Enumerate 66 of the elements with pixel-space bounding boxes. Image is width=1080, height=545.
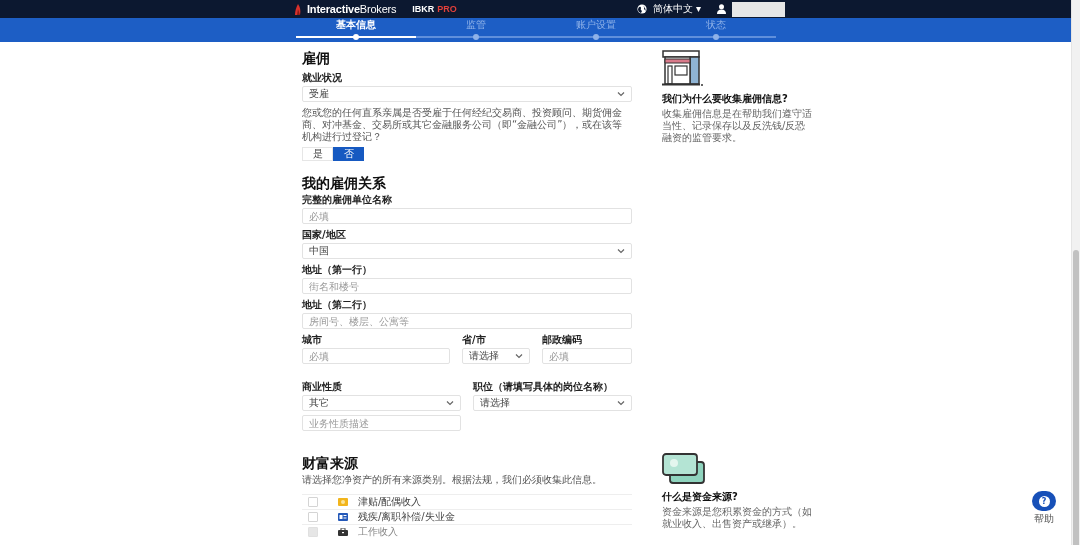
step-dot	[713, 34, 719, 40]
text-input[interactable]: 必填	[302, 348, 450, 364]
field-label: 职位（请填写具体的岗位名称）	[473, 381, 614, 393]
info-text: 资金来源是您积累资金的方式（如就业收入、出售资产或继承）。	[662, 506, 812, 530]
field-label: 地址（第二行）	[302, 299, 373, 311]
help-label: 帮助	[1034, 513, 1054, 524]
field-label: 完整的雇佣单位名称	[302, 194, 393, 206]
dropdown[interactable]: 请选择	[462, 348, 530, 364]
info-text: 收集雇佣信息是在帮助我们遵守适当性、记录保存以及反洗钱/反恐融资的监管要求。	[662, 108, 812, 144]
chevron-down-icon	[617, 91, 625, 97]
text-input[interactable]: 业务性质描述	[302, 415, 461, 431]
step-dot	[473, 34, 479, 40]
checkbox-label: 残疾/离职补偿/失业金	[358, 511, 455, 523]
globe-icon	[636, 4, 647, 14]
field-label: 就业状况	[302, 72, 343, 84]
step-label: 监管	[466, 19, 486, 31]
step-label: 基本信息	[336, 19, 376, 31]
scrollbar[interactable]	[1071, 0, 1080, 545]
product-tier-label: PRO	[437, 4, 457, 14]
step-dot	[593, 34, 599, 40]
logo-text[interactable]: InteractiveBrokers	[307, 3, 397, 15]
field-label: 城市	[302, 334, 323, 346]
chevron-down-icon	[617, 400, 625, 406]
text-input[interactable]: 房间号、楼层、公寓等	[302, 313, 632, 329]
language-selector[interactable]: 简体中文 ▾	[652, 2, 701, 16]
checkbox-label: 工作收入	[358, 526, 398, 538]
section-description: 请选择您净资产的所有来源类别。根据法规，我们必须收集此信息。	[302, 474, 603, 486]
section-title: 雇佣	[302, 50, 331, 66]
banknotes-drawing	[662, 453, 706, 485]
user-icon[interactable]	[717, 4, 726, 14]
briefcase-icon	[338, 528, 348, 536]
step-label: 状态	[706, 19, 726, 31]
chevron-down-icon	[515, 353, 523, 359]
chevron-down-icon	[617, 248, 625, 254]
text-input[interactable]: 必填	[542, 348, 632, 364]
field-label: 商业性质	[302, 381, 343, 393]
section-title: 我的雇佣关系	[302, 175, 387, 191]
text-input[interactable]: 必填	[302, 208, 632, 224]
text-input[interactable]: 街名和楼号	[302, 278, 632, 294]
dropdown[interactable]: 中国	[302, 243, 632, 259]
checkbox[interactable]	[308, 497, 318, 507]
dropdown[interactable]: 请选择	[473, 395, 632, 411]
info-title: 我们为什么要收集雇佣信息?	[662, 93, 789, 105]
checkbox-label: 津贴/配偶收入	[358, 496, 422, 508]
question-text: 您或您的任何直系亲属是否受雇于任何经纪交易商、投资顾问、期货佣金商、对冲基金、交易所或其它金融服务公司（即“金融公司”），或在该等机构进行过登记？	[302, 107, 624, 143]
storefront-drawing	[662, 50, 704, 87]
section-title: 财富来源	[302, 455, 359, 471]
checkbox[interactable]	[308, 512, 318, 522]
dropdown[interactable]: 其它	[302, 395, 461, 411]
help-button[interactable]: ?	[1032, 491, 1056, 511]
account-name-box	[732, 1, 785, 17]
dropdown[interactable]: 受雇	[302, 86, 632, 102]
question-icon: ?	[1038, 495, 1050, 507]
field-label: 国家/地区	[302, 229, 347, 241]
option-button[interactable]: 否	[333, 147, 364, 161]
field-label: 邮政编码	[542, 334, 583, 346]
step-label: 账户设置	[576, 19, 616, 31]
field-label: 地址（第一行）	[302, 264, 373, 276]
coin-icon	[338, 498, 348, 506]
field-label: 省/市	[462, 334, 487, 346]
flame-icon	[295, 3, 301, 15]
option-button[interactable]: 是	[302, 147, 333, 161]
product-name: IBKR	[412, 4, 435, 14]
chevron-down-icon	[446, 400, 454, 406]
info-title: 什么是资金来源?	[662, 491, 739, 503]
id-card-icon	[338, 513, 348, 521]
